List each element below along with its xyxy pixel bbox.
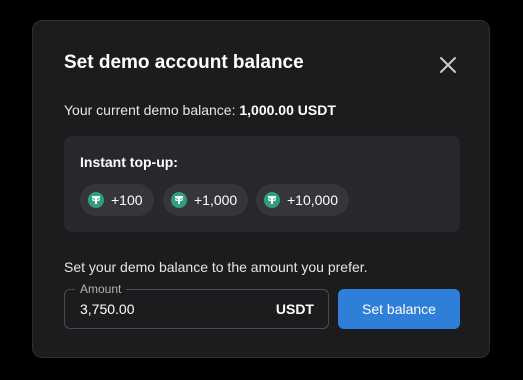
topup-1000-button[interactable]: +1,000 (163, 184, 249, 216)
topup-10000-button[interactable]: +10,000 (256, 184, 349, 216)
instant-topup-card: Instant top-up: +100 +1,000 +10,000 (64, 136, 460, 232)
tether-icon (88, 192, 104, 208)
instant-topup-title: Instant top-up: (80, 154, 178, 170)
current-balance-label: Your current demo balance: (64, 102, 236, 118)
amount-value[interactable]: 3,750.00 (80, 301, 135, 317)
custom-balance-hint: Set your demo balance to the amount you … (64, 259, 368, 275)
topup-100-button[interactable]: +100 (80, 184, 154, 216)
tether-icon (264, 192, 280, 208)
close-icon (437, 54, 459, 76)
dialog-title: Set demo account balance (64, 52, 304, 73)
set-balance-button[interactable]: Set balance (338, 289, 460, 329)
current-balance: Your current demo balance: 1,000.00 USDT (64, 102, 336, 118)
amount-input[interactable]: Amount 3,750.00 USDT (64, 282, 329, 329)
tether-icon (171, 192, 187, 208)
topup-option-label: +10,000 (287, 192, 338, 208)
amount-label: Amount (75, 282, 127, 296)
topup-option-label: +1,000 (194, 192, 238, 208)
topup-option-label: +100 (111, 192, 143, 208)
demo-balance-dialog: Set demo account balance Your current de… (32, 20, 490, 358)
currency-label: USDT (275, 301, 314, 317)
current-balance-value: 1,000.00 USDT (239, 102, 336, 118)
close-button[interactable] (437, 54, 459, 76)
